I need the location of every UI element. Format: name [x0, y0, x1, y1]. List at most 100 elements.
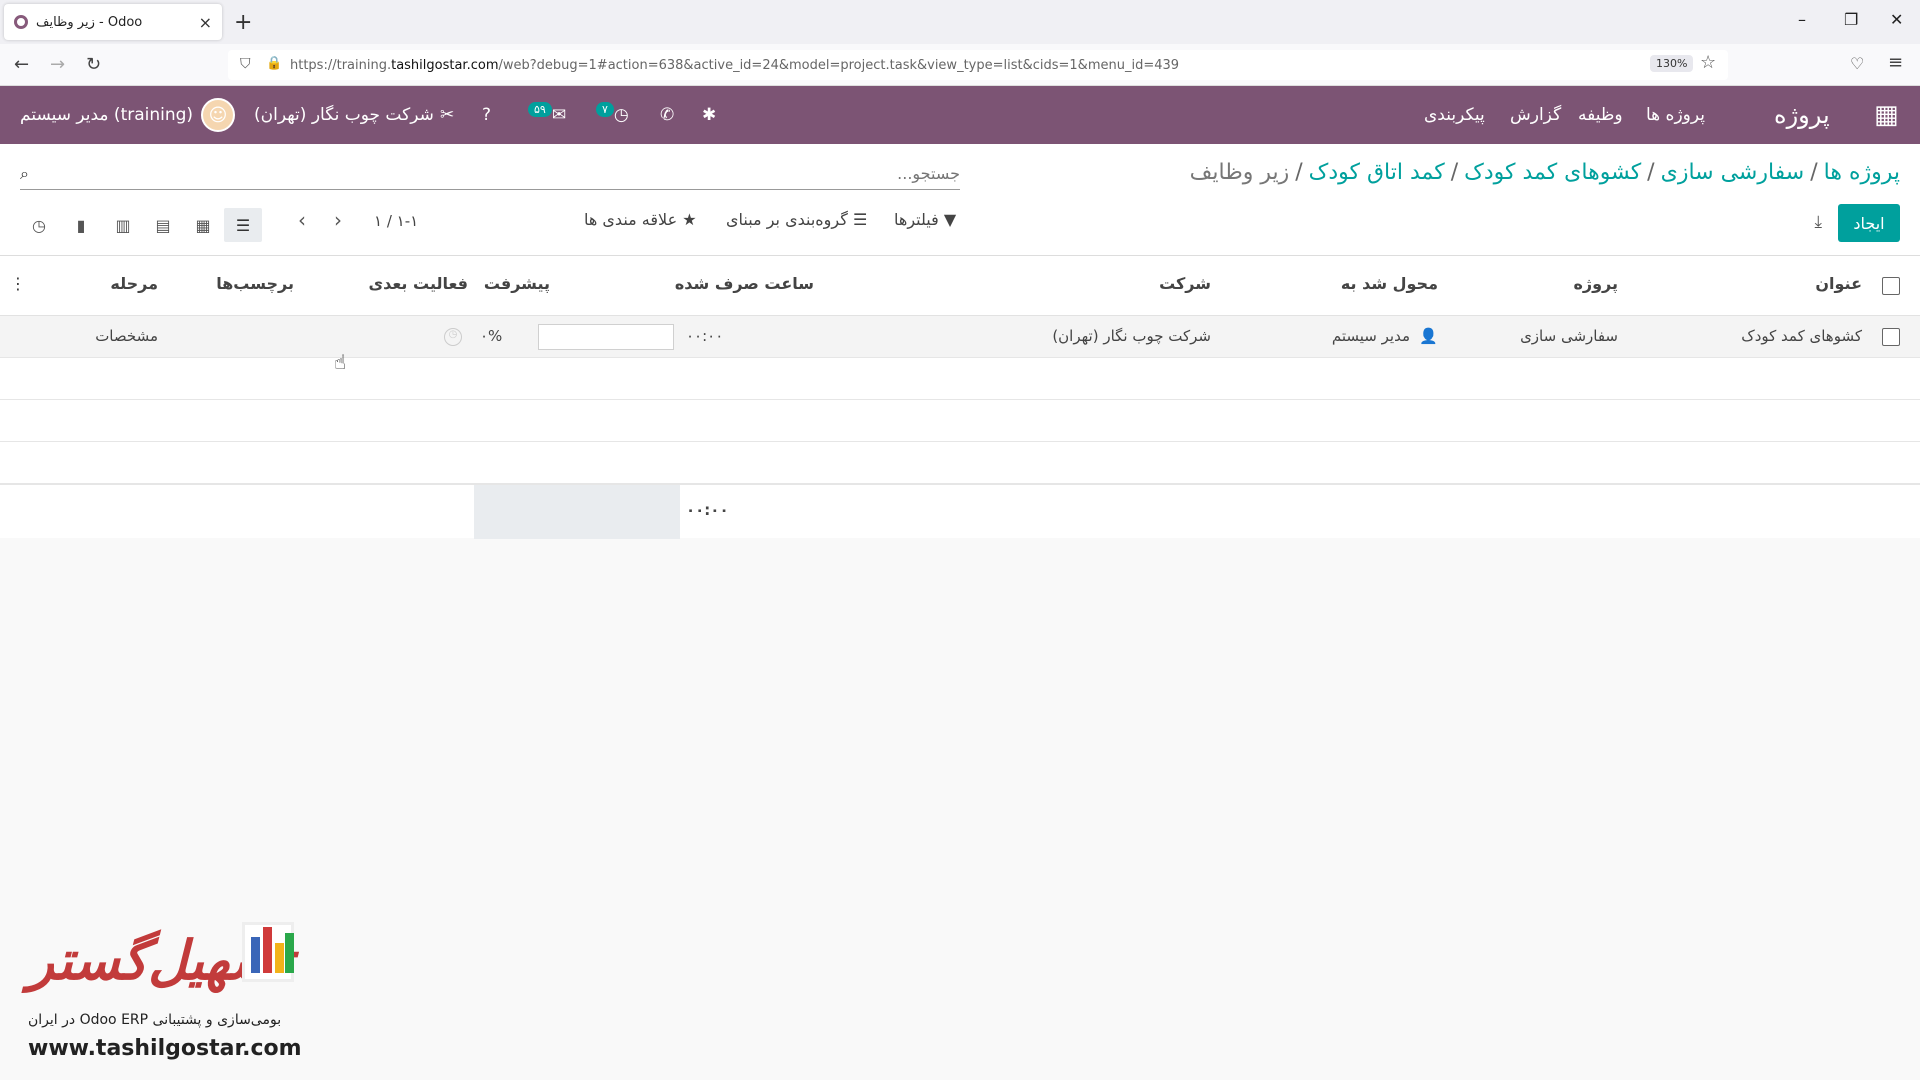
cell-progress: ۰%	[480, 327, 503, 345]
odoo-navbar: ▦ پروژه پروژه ها وظیفه گزارش پیکربندی ✱ …	[0, 86, 1920, 144]
messages-badge: ۵۹	[528, 101, 552, 117]
menu-projects[interactable]: پروژه ها	[1646, 86, 1705, 144]
chat-icon: ✉	[551, 105, 567, 125]
control-panel: پروژه ها/سفارشی سازی/کشوهای کمد کودک/کمد…	[0, 144, 1920, 256]
list-view-icon[interactable]: ☰	[224, 208, 262, 242]
activities-menu[interactable]: ۷ ◷	[594, 86, 629, 144]
brand-mark-icon	[242, 922, 294, 982]
kanban-view-icon[interactable]: ▦	[184, 208, 222, 242]
minimize-icon[interactable]: –	[1798, 10, 1806, 29]
row-checkbox[interactable]	[1882, 328, 1900, 346]
menu-tasks[interactable]: وظیفه	[1578, 86, 1623, 144]
breadcrumb-subtasks: زیر وظایف	[1189, 160, 1290, 185]
table-row[interactable]: کشوهای کمد کودک سفارشی سازی مدیر سیستم 👤…	[0, 316, 1920, 358]
menu-configuration[interactable]: پیکربندی	[1424, 86, 1485, 144]
url-bar[interactable]: ⛉ 🔒 https://training. tashilgostar.com/we…	[228, 50, 1728, 80]
search-bar: ⌕	[20, 158, 960, 190]
search-input[interactable]	[80, 160, 960, 186]
select-all-checkbox[interactable]	[1882, 277, 1900, 295]
create-button[interactable]: ایجاد	[1838, 204, 1900, 242]
column-stage[interactable]: مرحله	[110, 274, 158, 293]
graph-view-icon[interactable]: ▮	[62, 208, 100, 242]
cell-assigned: مدیر سیستم	[1331, 327, 1410, 345]
cell-project: سفارشی سازی	[1520, 327, 1618, 345]
user-menu[interactable]: مدیر سیستم (training) ☺	[20, 86, 236, 144]
pivot-view-icon[interactable]: ▥	[104, 208, 142, 242]
star-icon: ★	[682, 210, 697, 229]
activity-clock-icon[interactable]: ◷	[444, 328, 462, 346]
calendar-view-icon[interactable]: ▤	[144, 208, 182, 242]
new-tab-icon[interactable]: +	[234, 10, 252, 35]
table-footer: ۰۰:۰۰	[0, 484, 1920, 539]
browser-menu-icon[interactable]: ≡	[1888, 52, 1903, 73]
column-company[interactable]: شرکت	[1159, 274, 1211, 293]
download-icon[interactable]: ⤓	[1814, 212, 1822, 232]
empty-row	[0, 400, 1920, 442]
apps-grid-icon[interactable]: ▦	[1874, 86, 1899, 144]
table-header: عنوان پروژه محول شد به شرکت ساعت صرف شده…	[0, 256, 1920, 316]
favorites-label: علاقه مندی ها	[584, 210, 678, 229]
column-options-icon[interactable]: ⋮	[10, 274, 26, 293]
favorites-button[interactable]: ★ علاقه مندی ها	[584, 210, 697, 229]
tab-title: زیر وظایف - Odoo	[36, 14, 143, 30]
column-progress[interactable]: پیشرفت	[484, 274, 550, 293]
pager-value[interactable]: ۱-۱ / ۱	[374, 212, 418, 230]
phone-icon[interactable]: ✆	[660, 86, 674, 144]
activity-view-icon[interactable]: ◷	[20, 208, 58, 242]
app-title[interactable]: پروژه	[1774, 86, 1830, 144]
groupby-label: گروه‌بندی بر مبنای	[726, 210, 848, 229]
url-rest: /web?debug=1#action=638&active_id=24&mod…	[498, 57, 1180, 73]
column-next-activity[interactable]: فعالیت بعدی	[368, 274, 468, 293]
cell-company: شرکت چوب نگار (تهران)	[1052, 327, 1211, 345]
breadcrumb: پروژه ها/سفارشی سازی/کشوهای کمد کودک/کمد…	[1189, 160, 1900, 185]
logo-website: www.tashilgostar.com	[28, 1036, 302, 1061]
cell-title: کشوهای کمد کودک	[1741, 327, 1862, 345]
column-hours-spent[interactable]: ساعت صرف شده	[675, 274, 814, 293]
company-switcher[interactable]: شرکت چوب نگار (تهران)	[254, 86, 434, 144]
column-project[interactable]: پروژه	[1573, 274, 1618, 293]
filters-button[interactable]: ▼ فیلترها	[894, 210, 956, 229]
empty-row	[0, 442, 1920, 484]
column-tags[interactable]: برچسب‌ها	[216, 274, 294, 293]
pager-next-icon[interactable]: ›	[334, 208, 342, 232]
breadcrumb-projects[interactable]: پروژه ها	[1824, 160, 1900, 185]
menu-reporting[interactable]: گزارش	[1510, 86, 1561, 144]
user-icon: 👤	[1419, 327, 1438, 345]
search-icon[interactable]: ⌕	[20, 164, 29, 184]
column-assigned[interactable]: محول شد به	[1341, 274, 1438, 293]
logo-tagline: بومی‌سازی و پشتیبانی Odoo ERP در ایران	[28, 1012, 282, 1028]
help-icon[interactable]: ?	[482, 86, 491, 144]
column-title[interactable]: عنوان	[1815, 274, 1862, 293]
restore-icon[interactable]: ❐	[1844, 10, 1858, 29]
bookmark-star-icon[interactable]: ☆	[1700, 52, 1716, 73]
browser-tab[interactable]: زیر وظایف - Odoo ×	[4, 4, 222, 40]
pocket-icon[interactable]: ♡	[1850, 54, 1864, 73]
zoom-badge[interactable]: 130%	[1650, 55, 1694, 72]
forward-icon[interactable]: →	[50, 54, 65, 75]
browser-toolbar: ← → ↻ ⛉ 🔒 https://training. tashilgostar.…	[0, 44, 1920, 86]
tools-icon[interactable]: ✂	[440, 86, 454, 144]
empty-row	[0, 358, 1920, 400]
groupby-button[interactable]: ☰ گروه‌بندی بر مبنای	[726, 210, 867, 229]
hand-cursor-icon: ☝	[334, 350, 347, 374]
total-hours: ۰۰:۰۰	[686, 501, 729, 519]
shield-icon: ⛉	[240, 56, 251, 72]
browser-tabstrip: زیر وظایف - Odoo × + – ❐ ✕	[0, 0, 1920, 44]
back-icon[interactable]: ←	[14, 54, 29, 75]
odoo-favicon-icon	[14, 15, 28, 29]
close-window-icon[interactable]: ✕	[1890, 10, 1903, 29]
breadcrumb-drawers[interactable]: کشوهای کمد کودک	[1464, 160, 1641, 185]
cell-hours: ۰۰:۰۰	[686, 327, 724, 345]
breadcrumb-customization[interactable]: سفارشی سازی	[1661, 160, 1805, 185]
pager-previous-icon[interactable]: ‹	[298, 208, 306, 232]
messaging-menu[interactable]: ۵۹ ✉	[526, 86, 566, 144]
reload-icon[interactable]: ↻	[86, 54, 101, 75]
url-prefix: https://training.	[290, 57, 392, 73]
breadcrumb-kids-closet[interactable]: کمد اتاق کودک	[1309, 160, 1445, 185]
progress-input[interactable]	[538, 324, 674, 350]
close-tab-icon[interactable]: ×	[199, 13, 212, 32]
cell-stage: مشخصات	[95, 327, 158, 345]
user-name: مدیر سیستم (training)	[20, 105, 194, 125]
filters-label: فیلترها	[894, 210, 939, 229]
bug-icon[interactable]: ✱	[702, 86, 716, 144]
